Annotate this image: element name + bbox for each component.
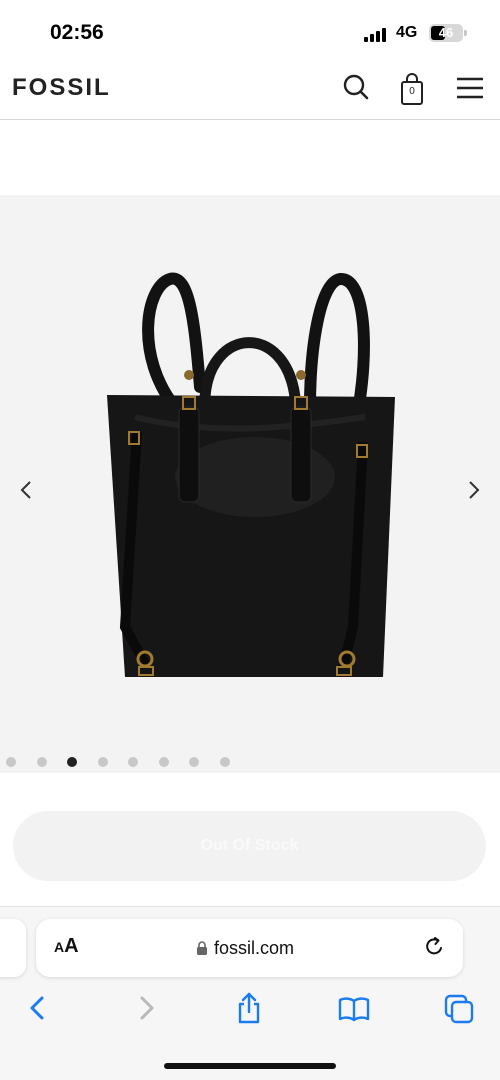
bookmarks-icon	[338, 997, 370, 1022]
carousel-dot[interactable]	[97, 757, 108, 767]
cart-button[interactable]: 0	[394, 70, 430, 106]
tabs-icon	[444, 994, 474, 1024]
url-text: fossil.com	[214, 937, 295, 958]
menu-button[interactable]	[452, 70, 488, 106]
text-size-button[interactable]: AA	[54, 935, 79, 958]
back-icon	[30, 996, 44, 1020]
share-icon	[238, 992, 260, 1024]
carousel-next-button[interactable]	[462, 478, 486, 502]
status-bar: 02:56 4G 46	[0, 0, 500, 62]
forward-icon	[140, 996, 154, 1020]
forward-button[interactable]	[130, 991, 162, 1025]
lock-icon	[197, 941, 207, 955]
site-header: FOSSIL 0	[0, 62, 500, 120]
back-button[interactable]	[22, 991, 54, 1025]
battery-cap	[464, 30, 467, 36]
battery-level: 46	[438, 25, 454, 40]
address-bar[interactable]: AA fossil.com	[36, 919, 463, 977]
carousel-dot[interactable]	[219, 757, 230, 767]
hamburger-menu-icon	[457, 77, 483, 99]
product-image	[107, 272, 395, 677]
bookmarks-button[interactable]	[338, 991, 370, 1025]
carousel-dot[interactable]	[67, 757, 77, 767]
product-image-carousel[interactable]	[0, 195, 500, 773]
search-button[interactable]	[338, 70, 374, 106]
network-label: 4G	[396, 24, 418, 41]
url-display[interactable]: fossil.com	[196, 936, 294, 960]
carousel-dot[interactable]	[128, 757, 138, 767]
carousel-dot[interactable]	[189, 757, 199, 767]
brand-logo[interactable]: FOSSIL	[12, 74, 111, 102]
share-button[interactable]	[233, 991, 265, 1025]
battery-icon: 46	[429, 24, 463, 42]
browser-toolbar: AA fossil.com	[0, 906, 500, 1080]
reload-button[interactable]	[422, 935, 446, 959]
reload-icon	[426, 937, 442, 955]
carousel-dot[interactable]	[158, 757, 169, 767]
previous-tab-preview[interactable]	[0, 919, 26, 977]
cart-count: 0	[409, 86, 415, 97]
carousel-dot[interactable]	[36, 757, 47, 767]
signal-icon	[364, 28, 388, 42]
carousel-dot[interactable]	[6, 757, 16, 767]
tabs-button[interactable]	[443, 991, 475, 1025]
search-icon	[343, 74, 369, 100]
carousel-prev-button[interactable]	[14, 478, 38, 502]
status-time: 02:56	[50, 21, 104, 44]
chevron-right-icon	[469, 481, 480, 499]
home-indicator	[164, 1063, 336, 1069]
out-of-stock-button[interactable]: Out Of Stock	[13, 811, 486, 881]
chevron-left-icon	[20, 481, 31, 499]
